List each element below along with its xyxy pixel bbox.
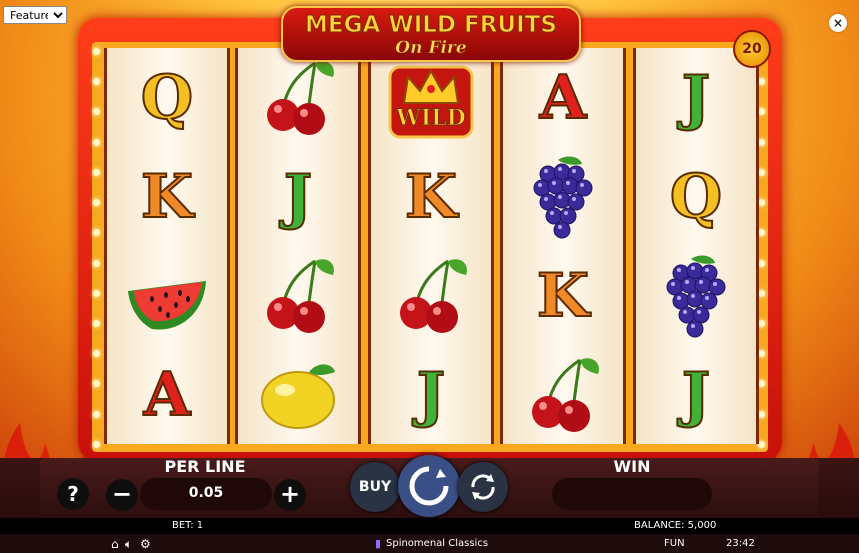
symbol-q: Q [140, 62, 194, 133]
brand-name: Spinomenal Classics [386, 538, 489, 549]
symbol-lemon-icon [238, 345, 358, 444]
close-button[interactable]: × [829, 14, 847, 32]
game-logo: MEGA WILD FRUITS On Fire [281, 6, 581, 62]
balance: BALANCE: 5,000 [634, 520, 717, 531]
symbol-a: A [539, 62, 588, 133]
symbol-j: J [283, 161, 313, 232]
decrease-bet-button[interactable]: − [106, 479, 138, 511]
symbol-q: Q [669, 161, 723, 232]
marquee-lights-left [93, 48, 103, 448]
win-label: WIN [613, 457, 651, 476]
symbol-letter: J [371, 345, 491, 444]
symbol-a: A [143, 359, 192, 430]
symbol-k: K [404, 161, 458, 232]
buy-feature-button[interactable]: BUY [350, 462, 400, 512]
symbol-letter: K [107, 147, 227, 246]
paylines-badge: 20 [733, 30, 771, 68]
symbol-k: K [536, 260, 590, 331]
reel-3: WILD K J [368, 48, 494, 444]
reel-4: AK [500, 48, 626, 444]
mode-label: FUN [664, 538, 685, 549]
symbol-watermelon-icon [107, 246, 227, 345]
symbol-grapes-icon [503, 147, 623, 246]
footer-bar: ⌂ 🔈︎ ⚙ ▮ Spinomenal Classics FUN 23:42 [0, 534, 859, 553]
symbol-j: J [681, 359, 711, 430]
settings-icon[interactable]: ⚙ [140, 537, 151, 551]
game-title: MEGA WILD FRUITS [305, 12, 558, 39]
symbol-letter: J [636, 345, 756, 444]
reel-1: QK A [104, 48, 230, 444]
plus-icon: + [279, 480, 301, 508]
autoplay-icon [471, 474, 495, 500]
spin-button[interactable] [398, 455, 460, 517]
symbol-letter: K [503, 246, 623, 345]
sound-icon[interactable]: 🔈︎ [125, 537, 132, 552]
bet-total: BET: 1 [172, 520, 204, 531]
symbol-grapes-icon [636, 246, 756, 345]
help-button[interactable]: ? [57, 478, 89, 510]
symbol-letter: Q [636, 147, 756, 246]
status-bar: BET: 1 BALANCE: 5,000 [0, 518, 859, 534]
reel-2: J [235, 48, 361, 444]
symbol-cherries-icon [238, 48, 358, 147]
symbol-j: J [681, 62, 711, 133]
increase-bet-button[interactable]: + [274, 479, 306, 511]
symbol-k: K [140, 161, 194, 232]
symbol-letter: A [503, 48, 623, 147]
marquee-lights-right [758, 48, 768, 448]
symbol-cherries-icon [238, 246, 358, 345]
help-icon: ? [67, 482, 79, 506]
symbol-letter: Q [107, 48, 227, 147]
win-value-field [552, 478, 712, 510]
symbol-wild-icon: WILD [371, 48, 491, 147]
game-subtitle: On Fire [395, 38, 467, 59]
reel-5: JQJ [633, 48, 759, 444]
home-icon[interactable]: ⌂ [111, 537, 119, 551]
autoplay-button[interactable] [458, 462, 508, 512]
bet-value: 0.05 [188, 485, 224, 501]
symbol-cherries-icon [503, 345, 623, 444]
symbol-cherries-icon [371, 246, 491, 345]
close-icon: × [832, 16, 844, 30]
clock: 23:42 [726, 538, 755, 549]
minus-icon: − [111, 480, 133, 508]
spin-icon [409, 466, 449, 506]
features-dropdown[interactable]: Features [3, 6, 67, 24]
wild-label: WILD [396, 104, 467, 131]
brand-logo-icon: ▮ [375, 537, 382, 550]
per-line-label: PER LINE [164, 457, 246, 476]
symbol-j: J [416, 359, 446, 430]
symbol-letter: K [371, 147, 491, 246]
symbol-letter: A [107, 345, 227, 444]
symbol-letter: J [238, 147, 358, 246]
